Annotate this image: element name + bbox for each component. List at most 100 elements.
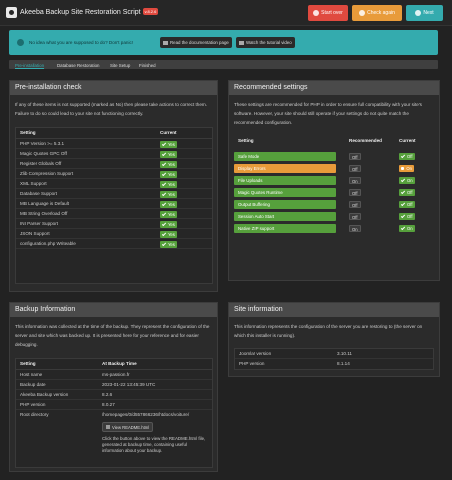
status-value: Yes: [168, 231, 175, 237]
setting-name: Magic Quotes Runtime: [234, 188, 336, 197]
status-value: Yes: [168, 241, 175, 247]
readme-note: Click the button above to view the READM…: [102, 436, 206, 453]
table-row: Magic Quotes Runtime Off Off: [234, 187, 434, 198]
status-value: Yes: [168, 171, 175, 177]
check-icon: [400, 225, 406, 231]
start-over-button[interactable]: Start over: [308, 5, 348, 21]
setting-name: XML Support: [20, 181, 47, 186]
file-icon: [106, 425, 110, 429]
setting-name: Output Buffering: [234, 200, 336, 209]
setting-name: MB Language is Default: [20, 201, 70, 206]
setting-name: File Uploads: [234, 176, 336, 185]
recommended-value: On: [349, 225, 361, 232]
setting-name: Akeeba Backup version: [20, 392, 69, 397]
preinstall-title: Pre-installation check: [10, 81, 217, 95]
recommended-table: Setting Recommended Current Safe Mode Off…: [234, 136, 434, 276]
check-again-label: Check again: [367, 10, 395, 16]
backup-info-desc: This information was collected at the ti…: [15, 324, 210, 347]
read-docs-button[interactable]: Read the documentation page: [160, 37, 232, 48]
next-label: Next: [423, 10, 434, 16]
recommended-value: On: [349, 177, 361, 184]
status-badge: Yes: [160, 140, 177, 148]
table-row: MB Language is Default Yes: [16, 199, 212, 209]
check-icon: [400, 189, 406, 195]
col-setting: Setting: [20, 130, 36, 135]
col-current: Current: [399, 138, 416, 143]
current-value-badge: On: [399, 225, 415, 232]
setting-value: 3.10.11: [337, 351, 352, 356]
app-title-text: Akeeba Backup Site Restoration Script: [20, 9, 141, 16]
preinstall-table: Setting Current PHP Version >= 5.3.1 Yes …: [15, 127, 213, 284]
akeeba-logo-icon: [6, 7, 17, 18]
current-value-badge: Off: [399, 213, 415, 220]
setting-name: PHP Version >= 5.3.1: [20, 141, 65, 146]
status-badge: Yes: [160, 230, 177, 238]
video-icon: [239, 40, 244, 45]
step-finished: Finished: [139, 62, 156, 68]
status-badge: Yes: [160, 220, 177, 228]
current-value: Off: [407, 202, 413, 207]
setting-name: Safe Mode: [234, 152, 336, 161]
table-row: XML Support Yes: [16, 179, 212, 189]
check-icon: [161, 231, 167, 236]
watch-video-button[interactable]: Watch the tutorial video: [236, 37, 295, 48]
current-value: On: [407, 178, 413, 183]
check-icon: [161, 151, 167, 156]
next-button[interactable]: Next: [406, 5, 443, 21]
status-value: Yes: [168, 161, 175, 167]
step-site-setup: Site Setup: [110, 62, 131, 68]
table-row: Root directory /homepages/0/d557866236/h…: [16, 410, 212, 466]
table-row: Output Buffering Off Off: [234, 199, 434, 210]
setting-value: /homepages/0/d557866236/htdocs/voiture/: [102, 412, 190, 417]
recommended-table-header: Setting Recommended Current: [234, 136, 434, 147]
current-value-badge: Off: [399, 189, 415, 196]
table-row: Session Auto Start Off Off: [234, 211, 434, 222]
recommended-title: Recommended settings: [229, 81, 439, 95]
setting-name: Host name: [20, 372, 43, 377]
status-badge: Yes: [160, 190, 177, 198]
status-value: Yes: [168, 151, 175, 157]
table-row: Safe Mode Off Off: [234, 151, 434, 162]
setting-name: JSON Support: [20, 231, 50, 236]
check-icon: [161, 241, 167, 246]
table-row: INI Parser Support Yes: [16, 219, 212, 229]
recommended-panel: Recommended settings These settings are …: [228, 80, 440, 281]
setting-name: INI Parser Support: [20, 221, 59, 226]
setting-name: Session Auto Start: [234, 212, 336, 221]
step-breadcrumb: Pre-installation Database Restoration Si…: [9, 60, 438, 69]
col-setting: Setting: [238, 138, 254, 143]
check-icon: [400, 213, 406, 219]
table-row: PHP version 8.0.27: [16, 400, 212, 410]
status-badge: Yes: [160, 200, 177, 208]
site-info-table: Joomla! version 3.10.11 PHP version 8.1.14: [234, 348, 434, 370]
help-text: No idea what you are supposed to do? Don…: [29, 40, 134, 45]
read-docs-label: Read the documentation page: [170, 40, 229, 45]
current-value: Off: [407, 190, 413, 195]
check-icon: [161, 141, 167, 146]
start-over-label: Start over: [321, 10, 343, 16]
setting-name: MB String Overload Off: [20, 211, 68, 216]
table-row: Zlib Compression Support Yes: [16, 169, 212, 179]
check-icon: [161, 161, 167, 166]
status-badge: Yes: [160, 160, 177, 168]
step-preinstall: Pre-installation: [15, 62, 45, 68]
setting-name: Display Errors: [234, 164, 336, 173]
check-again-button[interactable]: Check again: [352, 5, 402, 21]
status-badge: Yes: [160, 210, 177, 218]
check-icon: [161, 191, 167, 196]
table-row: PHP version 8.1.14: [235, 359, 433, 369]
refresh-icon: [359, 10, 366, 16]
view-readme-button[interactable]: View README.html: [102, 422, 154, 432]
setting-name: Database Support: [20, 191, 58, 196]
setting-value: ms-passion.fr: [102, 372, 130, 377]
setting-name: Backup date: [20, 382, 46, 387]
current-value: On: [407, 226, 413, 231]
current-value-badge: On: [399, 165, 414, 172]
backup-info-title: Backup Information: [10, 303, 217, 317]
view-readme-label: View README.html: [112, 424, 150, 430]
table-row: Backup date 2023-01-22 13:45:39 UTC: [16, 380, 212, 390]
status-badge: Yes: [160, 170, 177, 178]
current-value-badge: Off: [399, 153, 415, 160]
setting-name: Magic Quotes GPC Off: [20, 151, 67, 156]
recommended-value: Off: [349, 213, 361, 220]
